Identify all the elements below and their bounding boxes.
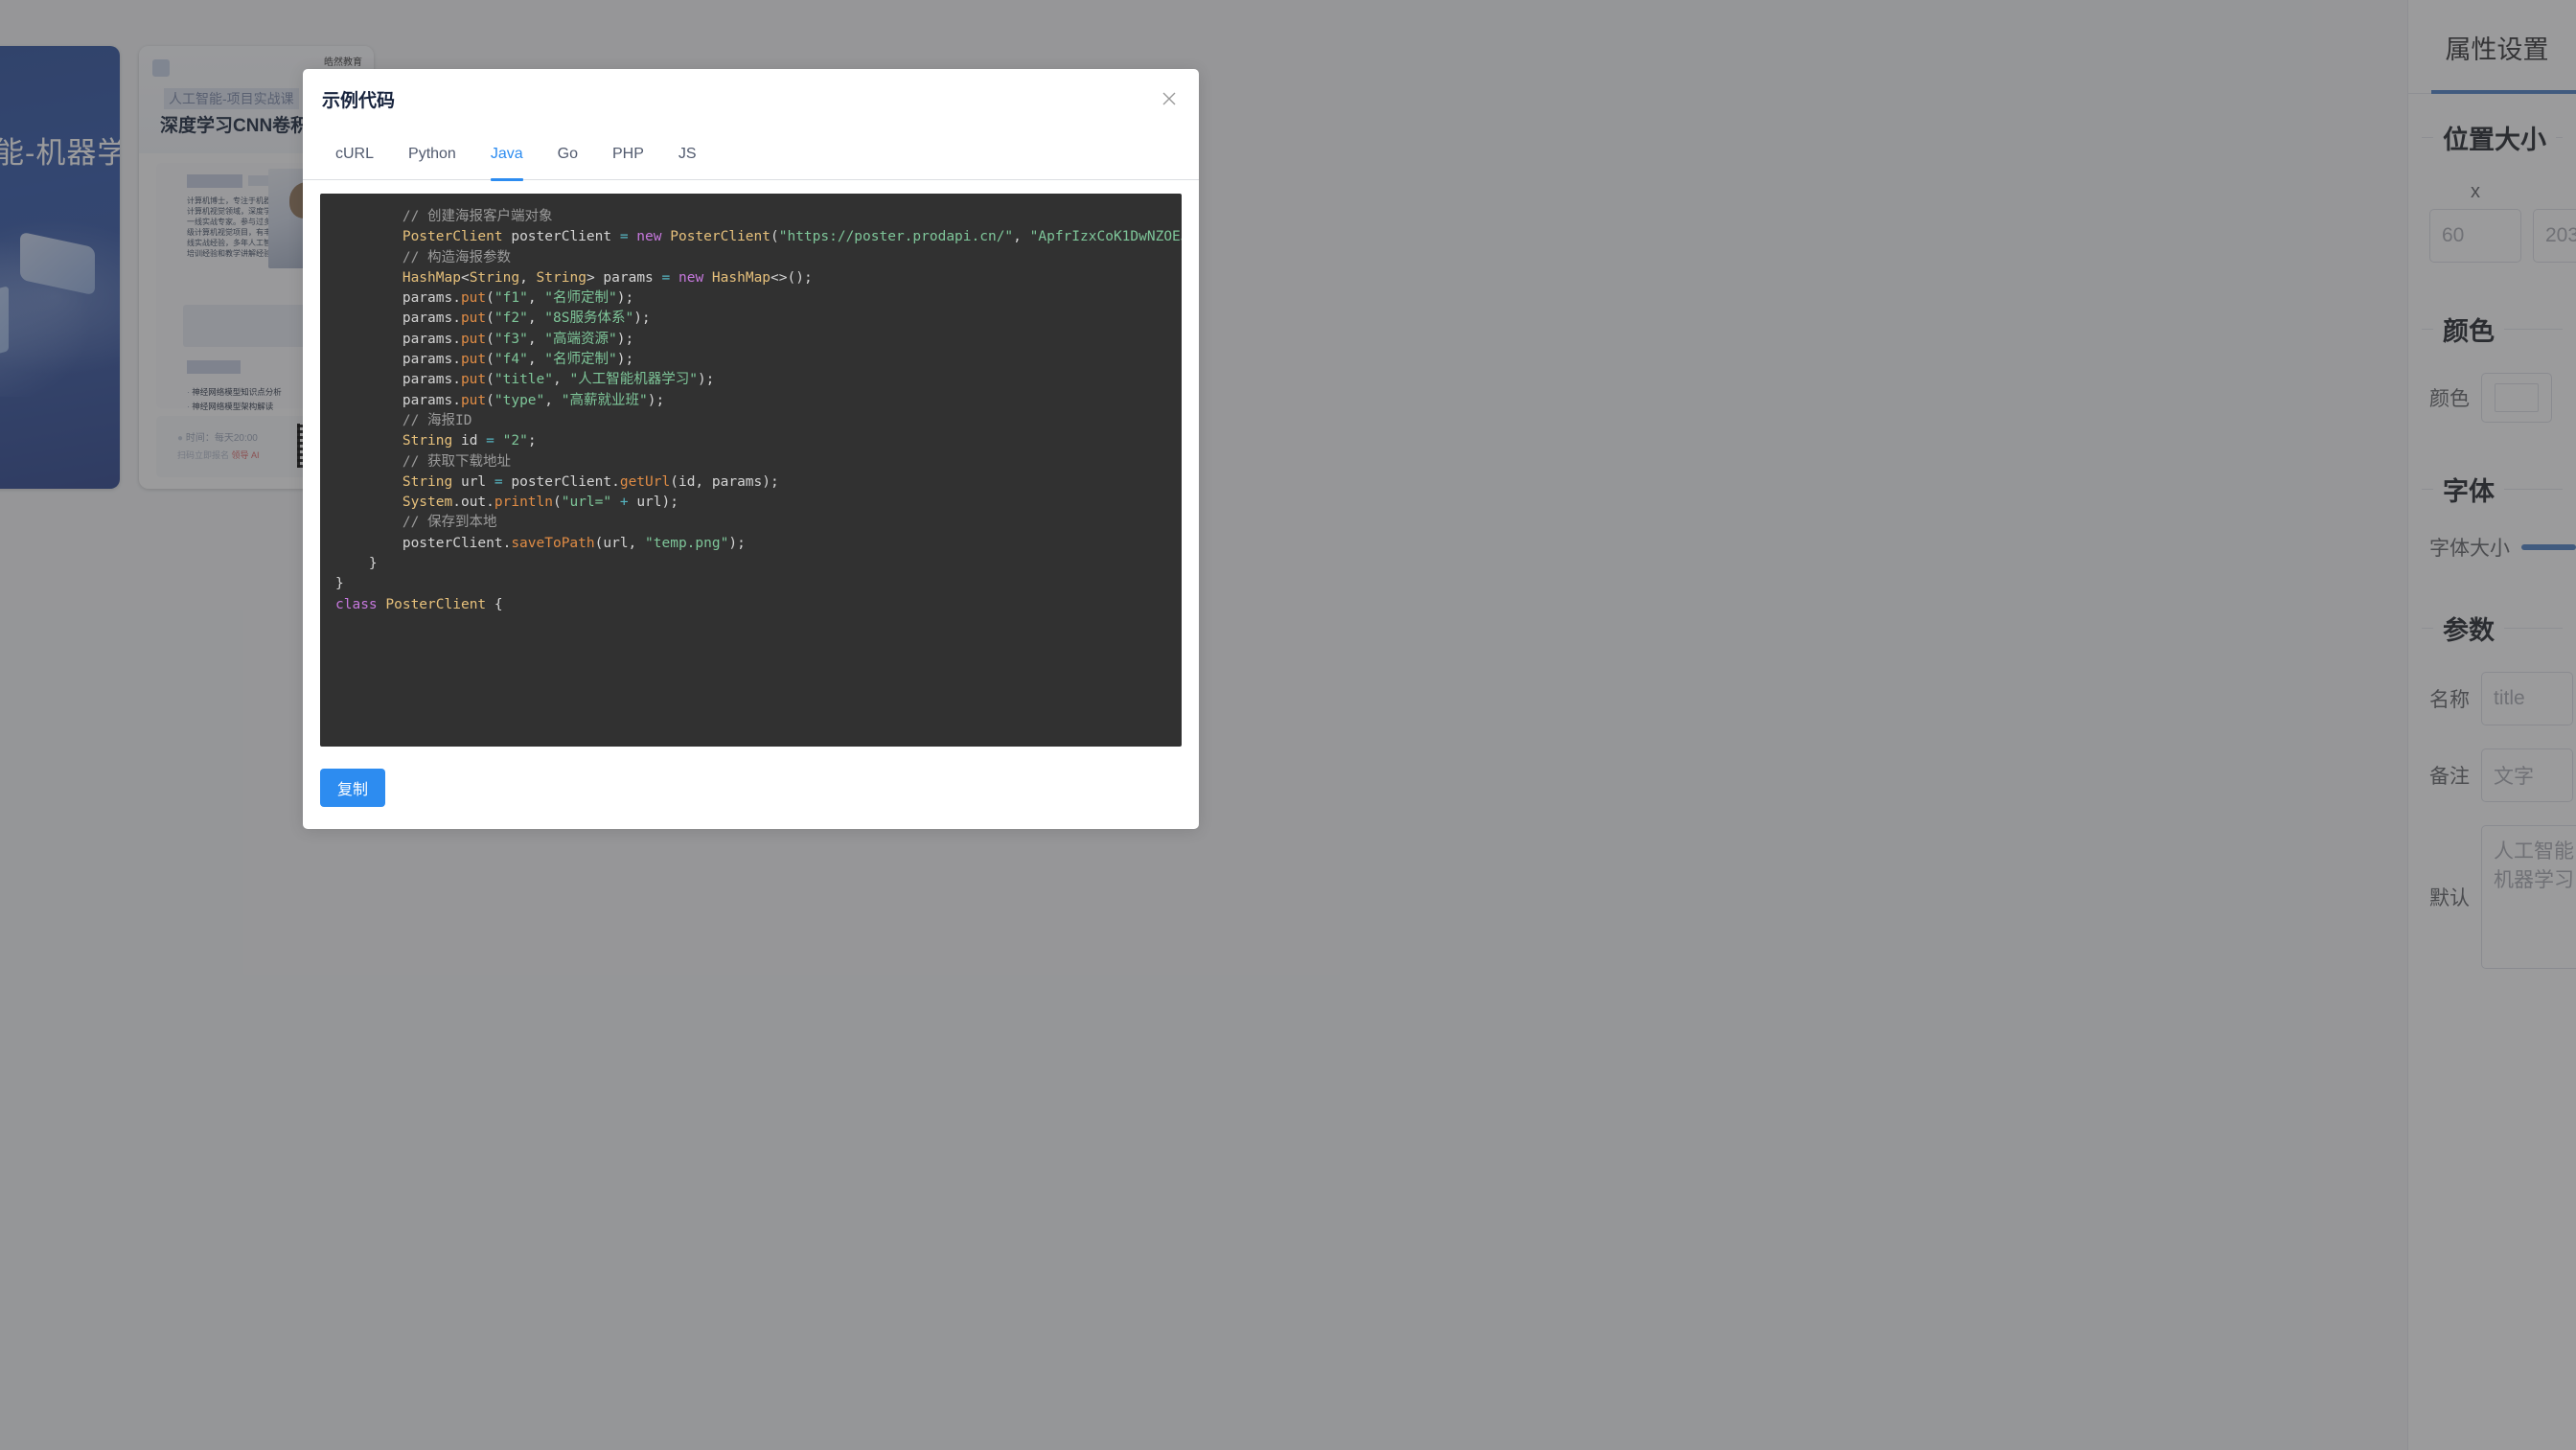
code-line: posterClient.saveToPath(url, "temp.png")… bbox=[335, 535, 746, 551]
code-line: params.put("title", "人工智能机器学习"); bbox=[335, 372, 715, 388]
app-root: 人工智能-机器学习 8S服务体系 名师定制 限时优惠 皓然教育 - guoyoo… bbox=[0, 0, 2576, 1450]
close-icon[interactable] bbox=[1157, 86, 1182, 111]
code-line: params.put("f4", "名师定制"); bbox=[335, 352, 634, 368]
code-line: // 创建海报客户端对象 bbox=[402, 209, 553, 224]
code-line: class PosterClient { bbox=[335, 596, 503, 612]
code-line: params.put("type", "高薪就业班"); bbox=[335, 392, 665, 408]
code-line: PosterClient posterClient = new PosterCl… bbox=[402, 229, 1182, 245]
code-line: } bbox=[335, 556, 378, 572]
code-line: HashMap<String, String> params = new Has… bbox=[402, 269, 813, 286]
tab-php[interactable]: PHP bbox=[595, 128, 661, 180]
code-container: // 创建海报客户端对象 PosterClient posterClient =… bbox=[303, 180, 1199, 747]
modal-footer: 复制 bbox=[303, 747, 1199, 829]
code-line: String url = posterClient.getUrl(id, par… bbox=[402, 473, 779, 490]
code-line: // 保存到本地 bbox=[402, 515, 497, 531]
code-line: params.put("f1", "名师定制"); bbox=[335, 290, 634, 307]
code-line: } bbox=[335, 576, 344, 592]
modal-header: 示例代码 bbox=[303, 69, 1199, 128]
code-line: params.put("f3", "高端资源"); bbox=[335, 331, 634, 347]
tab-curl[interactable]: cURL bbox=[318, 128, 391, 180]
language-tabs: cURL Python Java Go PHP JS bbox=[303, 128, 1199, 181]
code-line: System.out.println("url=" + url); bbox=[402, 495, 678, 511]
code-line: params.put("f2", "8S服务体系"); bbox=[335, 311, 651, 327]
code-line: // 构造海报参数 bbox=[402, 249, 512, 265]
code-block[interactable]: // 创建海报客户端对象 PosterClient posterClient =… bbox=[320, 194, 1182, 747]
example-code-modal: 示例代码 cURL Python Java Go PHP JS // 创建海报客户端对象 … bbox=[303, 69, 1199, 829]
code-line: // 海报ID bbox=[402, 412, 472, 428]
tab-java[interactable]: Java bbox=[473, 128, 540, 181]
code-line: String id = "2"; bbox=[402, 433, 537, 449]
tab-js[interactable]: JS bbox=[661, 128, 714, 180]
tab-python[interactable]: Python bbox=[391, 128, 473, 180]
tab-go[interactable]: Go bbox=[540, 128, 595, 180]
modal-title: 示例代码 bbox=[322, 90, 396, 111]
code-line: // 获取下载地址 bbox=[402, 453, 512, 470]
copy-button[interactable]: 复制 bbox=[320, 769, 386, 807]
